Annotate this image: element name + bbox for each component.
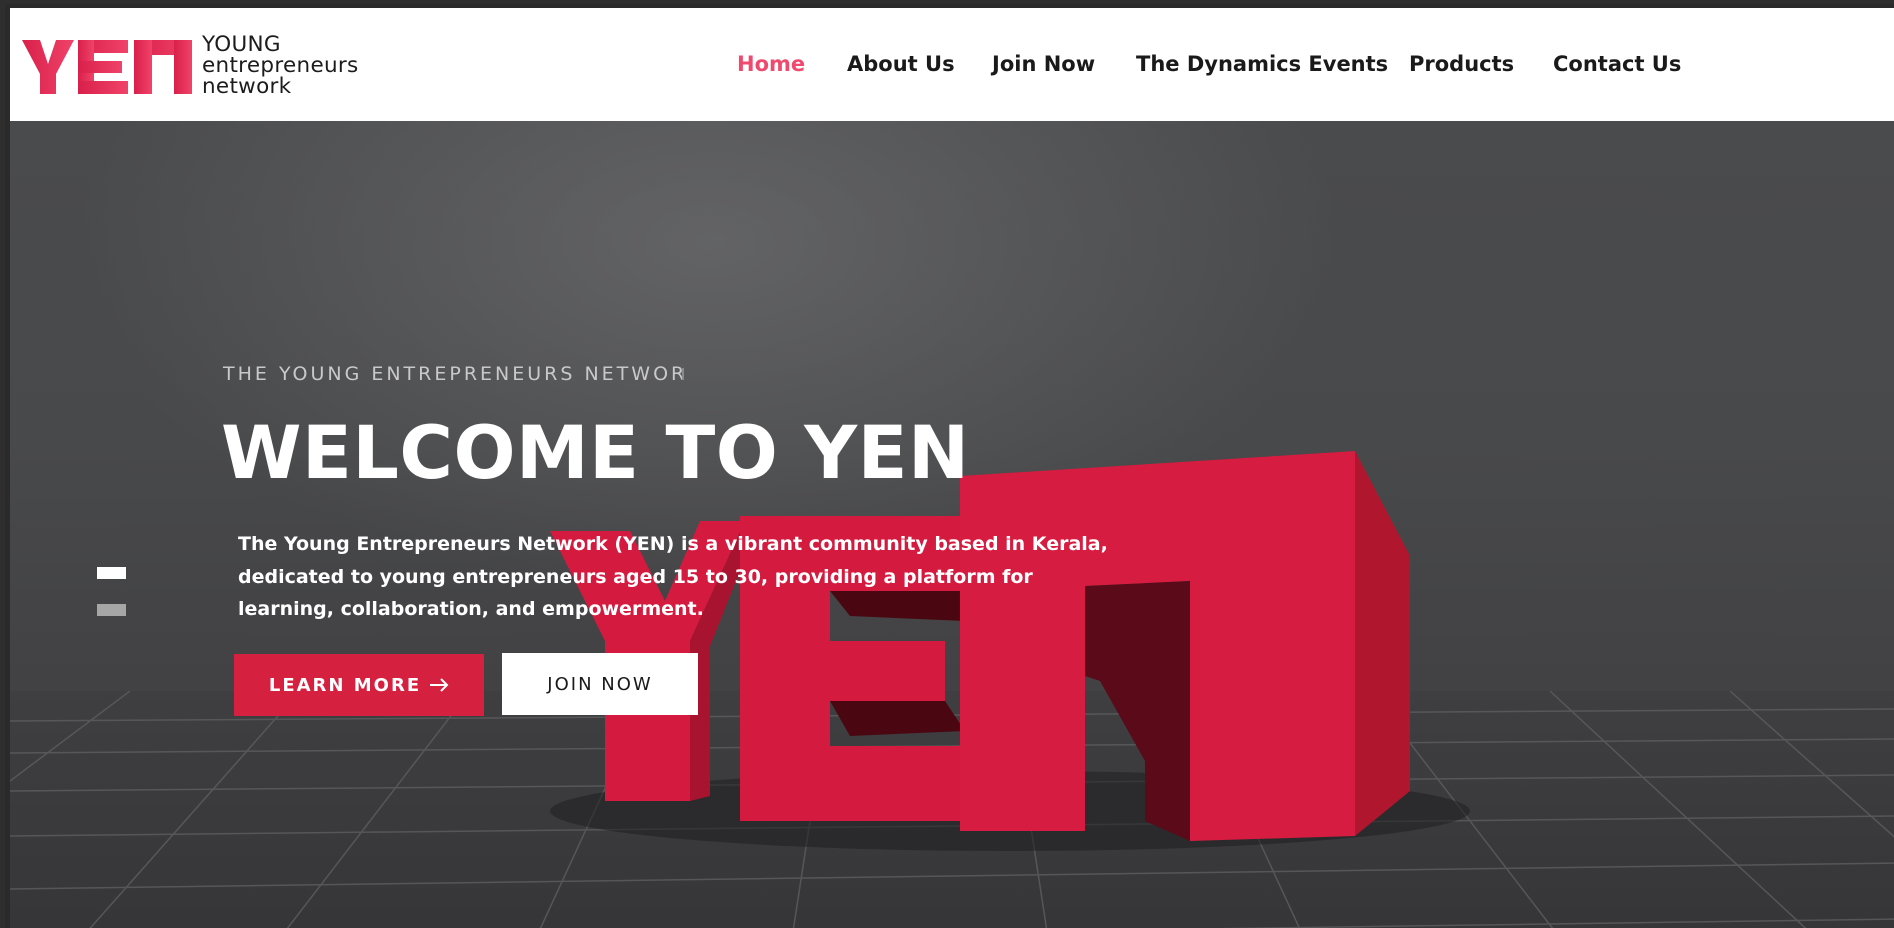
slide-indicator (97, 567, 126, 641)
arrow-right-icon (430, 678, 449, 692)
site-header: YOUNG entrepreneurs network Home About U… (10, 8, 1894, 121)
nav-contact-us[interactable]: Contact Us (1553, 52, 1681, 76)
join-now-label: JOIN NOW (547, 673, 653, 695)
nav-dynamics-events[interactable]: The Dynamics Events (1136, 52, 1388, 76)
hero-eyebrow: THE YOUNG ENTREPRENEURS NETWOR (223, 363, 688, 385)
hero-section: THE YOUNG ENTREPRENEURS NETWOR WELCOME T… (10, 121, 1894, 928)
main-nav: Home About Us Join Now The Dynamics Even… (10, 52, 1894, 82)
hero-description: The Young Entrepreneurs Network (YEN) is… (238, 533, 1108, 620)
hero-title: WELCOME TO YEN (221, 411, 970, 496)
slide-dot-1[interactable] (97, 567, 126, 579)
yen-3d-sculpture-icon (550, 451, 1470, 851)
join-now-button[interactable]: JOIN NOW (502, 653, 698, 715)
browser-frame: YOUNG entrepreneurs network Home About U… (0, 0, 1894, 928)
learn-more-label: LEARN MORE (268, 674, 422, 696)
slide-dot-2[interactable] (97, 604, 126, 616)
nav-products[interactable]: Products (1409, 52, 1514, 76)
nav-about-us[interactable]: About Us (847, 52, 955, 76)
nav-home[interactable]: Home (737, 52, 805, 76)
nav-join-now[interactable]: Join Now (992, 52, 1095, 76)
typing-cursor (682, 368, 684, 380)
learn-more-button[interactable]: LEARN MORE (234, 654, 484, 716)
